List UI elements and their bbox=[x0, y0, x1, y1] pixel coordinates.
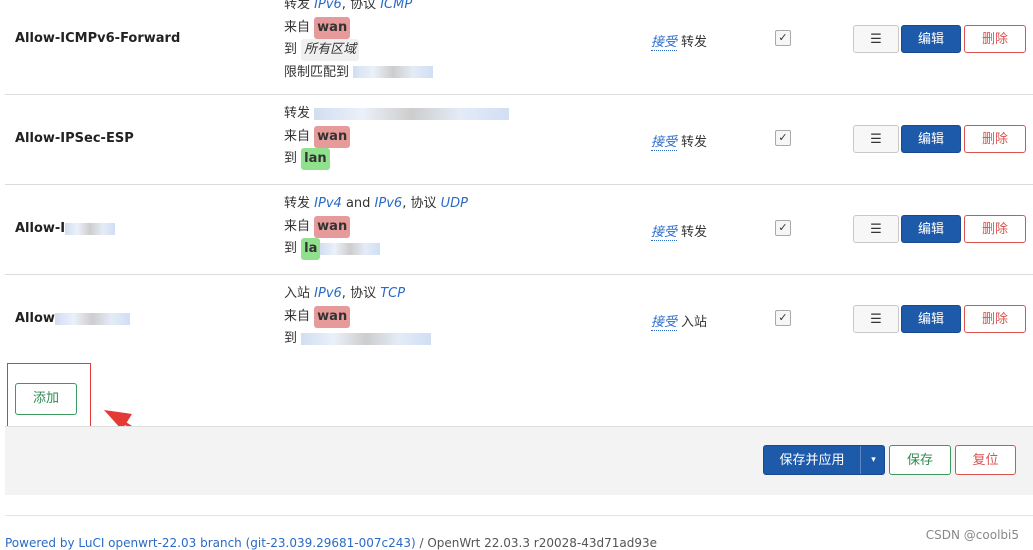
zone-badge: lan bbox=[301, 148, 330, 170]
rule-row-1: Allow-ICMPv6-Forward 转发 IPv6, 协议 ICMP 来自… bbox=[5, 0, 1033, 95]
edit-button[interactable]: 编辑 bbox=[901, 25, 961, 53]
save-button[interactable]: 保存 bbox=[889, 445, 951, 475]
delete-button[interactable]: 删除 bbox=[964, 305, 1026, 333]
enable-checkbox[interactable]: ✓ bbox=[775, 30, 791, 46]
delete-button[interactable]: 删除 bbox=[964, 215, 1026, 243]
edit-button[interactable]: 编辑 bbox=[901, 305, 961, 333]
menu-button[interactable]: ☰ bbox=[853, 215, 899, 243]
powered-by: Powered by LuCI openwrt-22.03 branch (gi… bbox=[5, 536, 658, 550]
rule-row-3: Allow-I 转发 IPv4 and IPv6, 协议 UDP 来自 wan … bbox=[5, 185, 1033, 275]
footer-divider bbox=[5, 515, 1033, 516]
edit-button[interactable]: 编辑 bbox=[901, 215, 961, 243]
rule-row-4: Allow 入站 IPv6, 协议 TCP 来自 wan 到 接受 入站 ✓ ☰ … bbox=[5, 275, 1033, 361]
watermark: CSDN @coolbi5 bbox=[925, 528, 1019, 542]
add-button[interactable]: 添加 bbox=[15, 383, 77, 415]
rule-name: Allow-IPSec-ESP bbox=[15, 131, 134, 146]
enable-checkbox[interactable]: ✓ bbox=[775, 310, 791, 326]
rule-match: 转发 IPv4 and IPv6, 协议 UDP 来自 wan 到 la bbox=[284, 193, 468, 261]
delete-button[interactable]: 删除 bbox=[964, 25, 1026, 53]
dropdown-caret-icon[interactable]: ▾ bbox=[860, 446, 886, 474]
rule-match: 转发 IPv6, 协议 ICMP 来自 wan 到 所有区域 限制匹配到 bbox=[284, 0, 434, 84]
rule-match: 转发 来自 wan 到 lan bbox=[284, 103, 510, 171]
enable-checkbox[interactable]: ✓ bbox=[775, 220, 791, 236]
zone-badge: 所有区域 bbox=[301, 39, 360, 61]
rule-name: Allow bbox=[15, 311, 130, 326]
rule-action: 接受 转发 bbox=[651, 135, 708, 151]
menu-button[interactable]: ☰ bbox=[853, 25, 899, 53]
rule-match: 入站 IPv6, 协议 TCP 来自 wan 到 bbox=[284, 283, 432, 351]
rule-name: Allow-ICMPv6-Forward bbox=[15, 31, 181, 46]
delete-button[interactable]: 删除 bbox=[964, 125, 1026, 153]
menu-button[interactable]: ☰ bbox=[853, 305, 899, 333]
rule-action: 接受 转发 bbox=[651, 35, 708, 51]
edit-button[interactable]: 编辑 bbox=[901, 125, 961, 153]
zone-badge: wan bbox=[314, 215, 351, 238]
enable-checkbox[interactable]: ✓ bbox=[775, 130, 791, 146]
reset-button[interactable]: 复位 bbox=[955, 445, 1016, 475]
rule-row-2: Allow-IPSec-ESP 转发 来自 wan 到 lan 接受 转发 ✓ ☰… bbox=[5, 95, 1033, 185]
rule-action: 接受 入站 bbox=[651, 315, 708, 331]
luci-link[interactable]: Powered by LuCI openwrt-22.03 branch (gi… bbox=[5, 536, 416, 550]
zone-badge: wan bbox=[314, 305, 351, 328]
rule-name: Allow-I bbox=[15, 221, 116, 236]
rule-action: 接受 转发 bbox=[651, 225, 708, 241]
zone-badge: wan bbox=[314, 125, 351, 148]
menu-button[interactable]: ☰ bbox=[853, 125, 899, 153]
zone-badge: la bbox=[301, 238, 321, 260]
zone-badge: wan bbox=[314, 16, 351, 39]
save-apply-button[interactable]: 保存并应用 ▾ bbox=[763, 445, 885, 475]
